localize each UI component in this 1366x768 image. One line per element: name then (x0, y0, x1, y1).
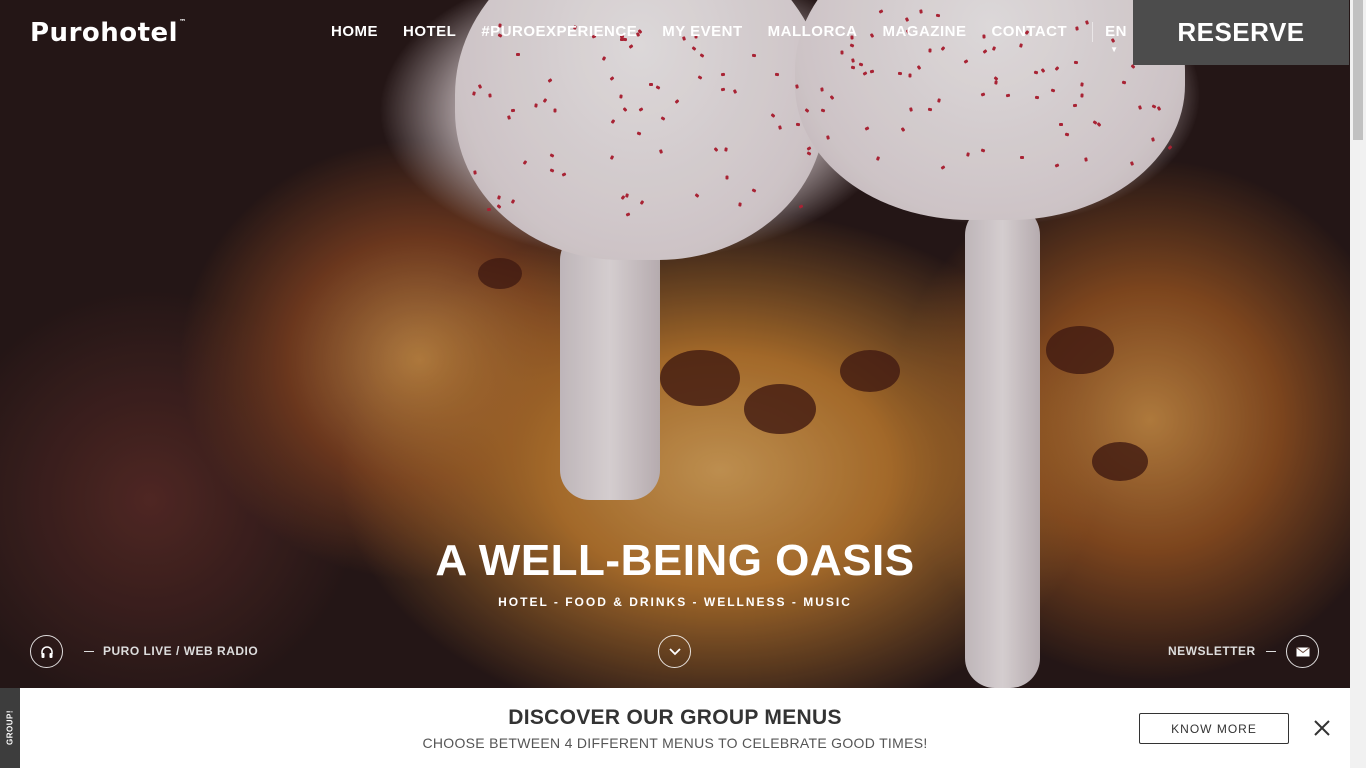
hero-subline: HOTEL - FOOD & DRINKS - WELLNESS - MUSIC (498, 595, 852, 609)
radio-dash (84, 651, 94, 653)
logo-text: Purohotel (30, 18, 179, 48)
language-label: EN (1105, 23, 1128, 40)
reserve-button[interactable]: RESERVE (1133, 0, 1349, 65)
scroll-down-button[interactable] (658, 635, 691, 668)
logo-trademark: ™ (179, 18, 187, 26)
nav-mallorca[interactable]: MALLORCA (768, 22, 858, 42)
radio-primary-label: PURO LIVE (103, 644, 173, 658)
group-menu-banner: GROUP! DISCOVER OUR GROUP MENUS CHOOSE B… (0, 688, 1350, 768)
newsletter-button[interactable] (1286, 635, 1319, 668)
radio-separator: / (176, 644, 180, 658)
radio-button[interactable] (30, 635, 63, 668)
nav-magazine[interactable]: MAGAZINE (882, 22, 966, 42)
newsletter-label: NEWSLETTER (1168, 644, 1256, 658)
headphones-icon (40, 645, 53, 658)
chevron-down-icon (668, 647, 681, 655)
radio-link[interactable]: PURO LIVE / WEB RADIO (84, 644, 258, 658)
newsletter-link[interactable]: NEWSLETTER (1168, 644, 1276, 658)
hero-headline: A WELL-BEING OASIS (435, 536, 915, 585)
newsletter-dash (1265, 651, 1276, 653)
chevron-down-icon: ▼ (1110, 45, 1119, 54)
nav-my-event[interactable]: MY EVENT (662, 22, 742, 42)
purohotel-logo[interactable]: Purohotel™ (30, 18, 187, 48)
nav-hotel[interactable]: HOTEL (403, 22, 456, 42)
nav-puroexperience[interactable]: #PUROEXPERIENCE (481, 22, 637, 42)
nav-contact[interactable]: CONTACT (991, 22, 1067, 42)
page-scrollbar[interactable] (1350, 0, 1366, 768)
main-nav: HOME HOTEL #PUROEXPERIENCE MY EVENT MALL… (331, 22, 1128, 54)
envelope-icon (1295, 646, 1310, 656)
close-banner-button[interactable] (1311, 717, 1333, 739)
know-more-button[interactable]: KNOW MORE (1139, 713, 1289, 744)
language-selector[interactable]: EN ▼ (1092, 22, 1128, 54)
scrollbar-thumb[interactable] (1353, 0, 1363, 140)
close-icon (1314, 720, 1330, 736)
radio-secondary-label: WEB RADIO (183, 644, 259, 658)
nav-home[interactable]: HOME (331, 22, 378, 42)
